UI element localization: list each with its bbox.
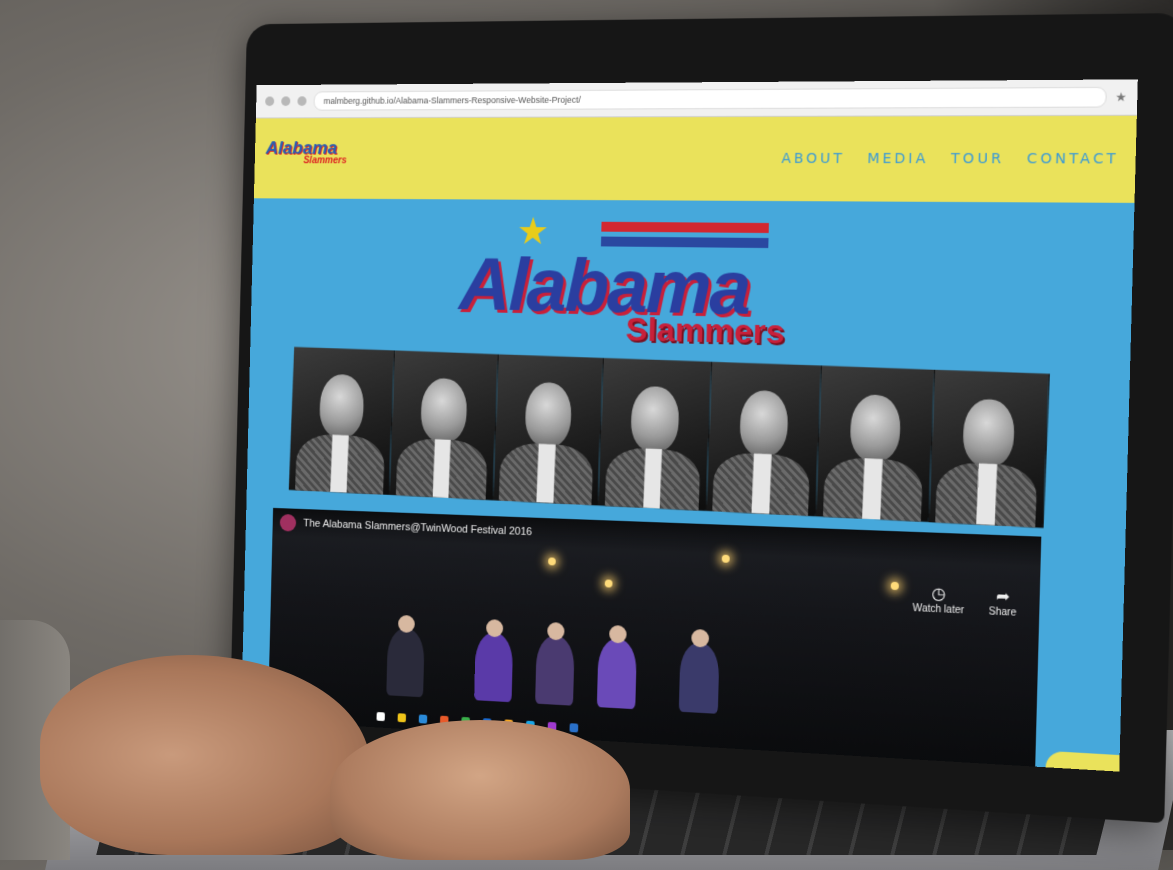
nav-media[interactable]: MEDIA [867, 151, 929, 167]
main-nav: ABOUT MEDIA TOUR CONTACT [781, 151, 1119, 168]
performer [474, 619, 514, 703]
bookmark-star-icon[interactable]: ★ [1115, 90, 1127, 105]
band-photo [288, 346, 1050, 528]
band-member-photo [598, 357, 712, 511]
band-member-photo [389, 350, 499, 501]
video-actions: ◷ Watch later ➦ Share [912, 585, 1017, 619]
taskbar-icon[interactable] [376, 711, 385, 721]
site-header: Alabama Slammers ABOUT MEDIA TOUR CONTAC… [253, 115, 1137, 203]
nav-about[interactable]: ABOUT [781, 151, 845, 167]
laptop-screen: malmberg.github.io/Alabama-Slammers-Resp… [241, 79, 1138, 772]
hero-logo: ★ Alabama Slammers [250, 198, 1134, 369]
band-member-photo [706, 361, 823, 517]
nav-contact[interactable]: CONTACT [1027, 151, 1119, 168]
channel-avatar[interactable] [279, 513, 297, 532]
taskbar-icon[interactable] [569, 722, 579, 733]
video-title[interactable]: The Alabama Slammers@TwinWood Festival 2… [303, 518, 532, 538]
right-hand [330, 720, 630, 860]
share-button[interactable]: ➦ Share [989, 588, 1017, 619]
share-label: Share [988, 606, 1017, 619]
hero-subtitle: Slammers [625, 310, 785, 352]
watch-later-button[interactable]: ◷ Watch later [912, 585, 965, 617]
stage-light [604, 579, 613, 588]
performer [535, 621, 575, 706]
stage-light [548, 557, 556, 566]
watch-later-label: Watch later [912, 602, 965, 617]
share-icon: ➦ [995, 588, 1011, 607]
url-field[interactable]: malmberg.github.io/Alabama-Slammers-Resp… [313, 86, 1108, 111]
reload-icon[interactable] [297, 96, 307, 106]
band-member-photo [492, 354, 605, 506]
clock-icon: ◷ [931, 585, 947, 604]
nav-tour[interactable]: TOUR [951, 151, 1005, 167]
performer [386, 614, 425, 698]
stage-light [721, 554, 730, 563]
performer [678, 628, 720, 714]
band-member-photo [816, 365, 935, 523]
header-logo[interactable]: Alabama Slammers [265, 138, 347, 177]
band-member-photo [928, 369, 1050, 528]
browser-bar: malmberg.github.io/Alabama-Slammers-Resp… [255, 79, 1138, 119]
band-member-photo [288, 346, 396, 496]
taskbar-icon[interactable] [397, 712, 407, 722]
forward-icon[interactable] [281, 96, 291, 106]
stage-light [890, 581, 899, 591]
taskbar-icon[interactable] [418, 713, 428, 724]
performer [596, 624, 638, 710]
back-icon[interactable] [265, 96, 275, 107]
